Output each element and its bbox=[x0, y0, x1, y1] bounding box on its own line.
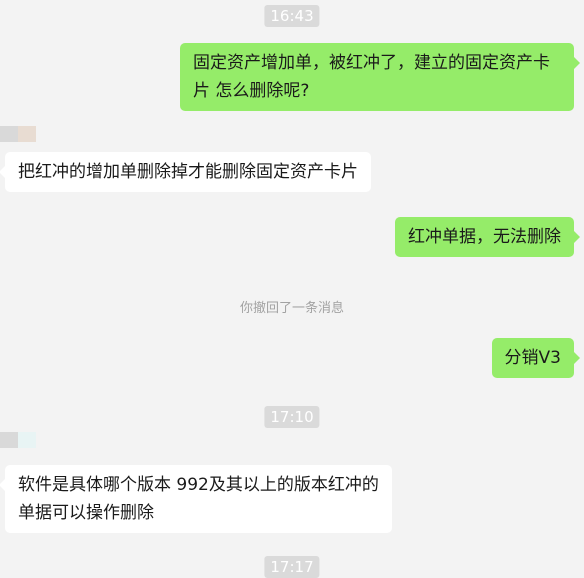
timestamp: 17:17 bbox=[264, 556, 320, 578]
avatar[interactable] bbox=[0, 126, 36, 142]
timestamp: 17:10 bbox=[264, 406, 320, 428]
recalled-message-notice: 你撤回了一条消息 bbox=[239, 301, 344, 316]
message-bubble-outgoing[interactable]: 红冲单据，无法删除 bbox=[395, 217, 580, 257]
message-bubble-outgoing[interactable]: 分销V3 bbox=[491, 338, 581, 378]
avatar[interactable] bbox=[0, 432, 36, 448]
message-bubble-incoming[interactable]: 软件是具体哪个版本 992及其以上的版本红冲的单据可以操作删除 bbox=[0, 465, 392, 533]
chat-window: 16:43 固定资产增加单，被红冲了，建立的固定资产卡片 怎么删除呢? 把红冲的… bbox=[0, 0, 584, 578]
message-bubble-outgoing[interactable]: 固定资产增加单，被红冲了，建立的固定资产卡片 怎么删除呢? bbox=[180, 43, 580, 111]
message-bubble-incoming[interactable]: 把红冲的增加单删除掉才能删除固定资产卡片 bbox=[0, 152, 371, 192]
timestamp: 16:43 bbox=[264, 5, 320, 27]
